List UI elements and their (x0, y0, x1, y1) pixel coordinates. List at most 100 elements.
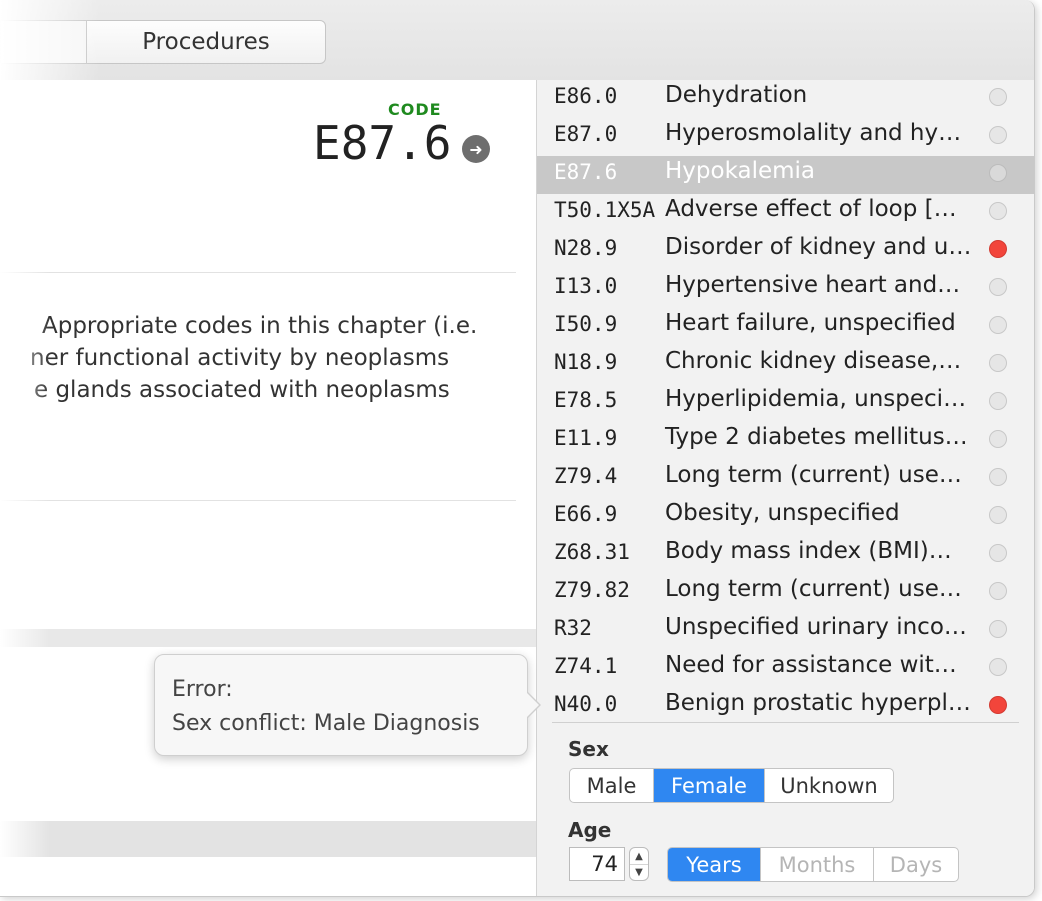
diagnosis-code: Z74.1 (554, 654, 618, 678)
status-indicator-icon (989, 316, 1007, 334)
diagnosis-name: Hyperosmolality and hy… (665, 120, 962, 146)
diagnosis-row[interactable]: E66.9 Obesity, unspecified (537, 498, 1034, 536)
diagnosis-name: Unspecified urinary inco… (665, 614, 967, 640)
status-indicator-icon (989, 354, 1007, 372)
diagnosis-code: E66.9 (554, 502, 618, 526)
diagnosis-code: E86.0 (554, 84, 618, 108)
divider (0, 500, 516, 501)
error-message: Sex conflict: Male Diagnosis (172, 711, 480, 736)
app-window: Procedures CODE E87.6 ➜ Appropriate code… (0, 0, 1035, 897)
divider (552, 722, 1019, 723)
diagnosis-row[interactable]: I13.0 Hypertensive heart and… (537, 270, 1034, 308)
diagnosis-name: Chronic kidney disease,… (665, 348, 962, 374)
diagnosis-name: Obesity, unspecified (665, 500, 900, 526)
arrow-right-icon[interactable]: ➜ (462, 135, 490, 163)
tab-procedures[interactable]: Procedures (86, 20, 326, 64)
status-indicator-icon (989, 278, 1007, 296)
diagnosis-code: E87.6 (554, 160, 618, 184)
diagnosis-row[interactable]: E87.0 Hyperosmolality and hy… (537, 118, 1034, 156)
sex-option-unknown[interactable]: Unknown (765, 769, 893, 802)
age-unit-segmented-control: Years Months Days (667, 847, 959, 882)
diagnosis-row[interactable]: T50.1X5A Adverse effect of loop [… (537, 194, 1034, 232)
status-indicator-icon (989, 392, 1007, 410)
diagnosis-row[interactable]: Z79.4 Long term (current) use… (537, 460, 1034, 498)
age-label: Age (568, 818, 612, 842)
diagnosis-name: Type 2 diabetes mellitus… (665, 424, 968, 450)
status-indicator-icon (989, 582, 1007, 600)
age-unit-days[interactable]: Days (874, 848, 958, 881)
status-indicator-icon (989, 544, 1007, 562)
diagnosis-name: Adverse effect of loop [… (665, 196, 957, 222)
diagnosis-name: Hypertensive heart and… (665, 272, 961, 298)
chevron-up-icon[interactable]: ▲ (630, 848, 648, 865)
diagnosis-row[interactable]: N40.0 Benign prostatic hyperpl… (537, 688, 1034, 726)
diagnosis-code: E87.0 (554, 122, 618, 146)
diagnosis-row[interactable]: Z74.1 Need for assistance wit… (537, 650, 1034, 688)
status-indicator-icon (989, 506, 1007, 524)
error-indicator-icon (989, 240, 1007, 258)
status-indicator-icon (989, 202, 1007, 220)
diagnosis-row[interactable]: E87.6 Hypokalemia (537, 156, 1034, 194)
age-unit-months[interactable]: Months (761, 848, 874, 881)
diagnosis-row[interactable]: E11.9 Type 2 diabetes mellitus… (537, 422, 1034, 460)
age-stepper[interactable]: ▲ ▼ (629, 847, 649, 881)
diagnosis-code: E78.5 (554, 388, 618, 412)
diagnosis-row[interactable]: N28.9 Disorder of kidney and u… (537, 232, 1034, 270)
status-indicator-icon (989, 658, 1007, 676)
diagnosis-code: R32 (554, 616, 592, 640)
diagnosis-name: Long term (current) use… (665, 576, 962, 602)
error-indicator-icon (989, 696, 1007, 714)
section-band (0, 821, 536, 857)
diagnosis-code: N28.9 (554, 236, 618, 260)
sex-option-male[interactable]: Male (570, 769, 654, 802)
diagnosis-name: Long term (current) use… (665, 462, 962, 488)
status-indicator-icon (989, 468, 1007, 486)
description-line: e glands associated with neoplasms (34, 377, 450, 403)
section-band (0, 629, 536, 647)
sex-segmented-control: Male Female Unknown (569, 768, 894, 803)
description-line: ner functional activity by neoplasms (30, 345, 450, 371)
diagnosis-row[interactable]: R32 Unspecified urinary inco… (537, 612, 1034, 650)
chevron-down-icon[interactable]: ▼ (630, 864, 648, 880)
status-indicator-icon (989, 164, 1007, 182)
age-unit-years[interactable]: Years (668, 848, 761, 881)
detail-pane: CODE E87.6 ➜ Appropriate codes in this c… (0, 80, 536, 896)
diagnosis-name: Hypokalemia (665, 158, 816, 184)
diagnosis-name: Heart failure, unspecified (665, 310, 956, 336)
diagnosis-row[interactable]: Z79.82 Long term (current) use… (537, 574, 1034, 612)
diagnosis-name: Body mass index (BMI)… (665, 538, 952, 564)
diagnosis-row[interactable]: E78.5 Hyperlipidemia, unspeci… (537, 384, 1034, 422)
diagnosis-code: N18.9 (554, 350, 618, 374)
divider (0, 272, 516, 273)
code-value: E87.6 (313, 116, 452, 170)
description-line: Appropriate codes in this chapter (i.e. (42, 313, 478, 339)
status-indicator-icon (989, 620, 1007, 638)
diagnosis-name: Benign prostatic hyperpl… (665, 690, 971, 716)
status-indicator-icon (989, 88, 1007, 106)
error-popover: Error: Sex conflict: Male Diagnosis (154, 654, 541, 756)
diagnosis-name: Disorder of kidney and u… (665, 234, 972, 260)
status-indicator-icon (989, 430, 1007, 448)
diagnosis-code: N40.0 (554, 692, 618, 716)
diagnosis-code: Z79.4 (554, 464, 618, 488)
diagnosis-code: I50.9 (554, 312, 618, 336)
diagnosis-code: I13.0 (554, 274, 618, 298)
diagnosis-code: E11.9 (554, 426, 618, 450)
diagnosis-row[interactable]: E86.0 Dehydration (537, 80, 1034, 118)
diagnosis-name: Dehydration (665, 82, 808, 108)
diagnosis-row[interactable]: N18.9 Chronic kidney disease,… (537, 346, 1034, 384)
error-title: Error: (172, 677, 233, 702)
status-indicator-icon (989, 126, 1007, 144)
sex-label: Sex (568, 737, 609, 761)
age-input[interactable]: 74 (569, 847, 625, 881)
diagnosis-code: Z68.31 (554, 540, 630, 564)
toolbar: Procedures (0, 0, 1034, 81)
diagnosis-name: Need for assistance wit… (665, 652, 957, 678)
sex-option-female[interactable]: Female (654, 769, 765, 802)
diagnosis-name: Hyperlipidemia, unspeci… (665, 386, 967, 412)
diagnosis-row[interactable]: I50.9 Heart failure, unspecified (537, 308, 1034, 346)
diagnosis-row[interactable]: Z68.31 Body mass index (BMI)… (537, 536, 1034, 574)
diagnosis-code: Z79.82 (554, 578, 630, 602)
diagnosis-code: T50.1X5A (554, 198, 656, 222)
diagnosis-panel: E86.0 Dehydration E87.0 Hyperosmolality and… (537, 80, 1034, 896)
